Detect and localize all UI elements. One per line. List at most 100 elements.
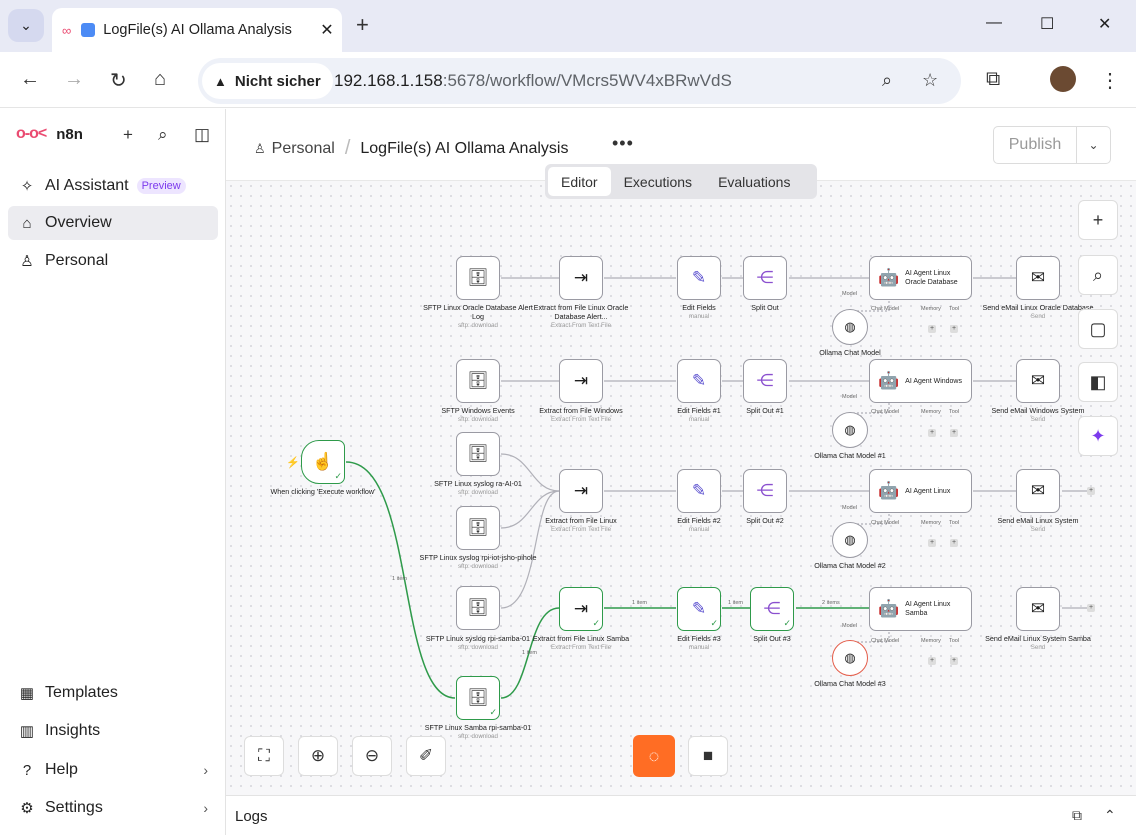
logs-panel[interactable]: Logs ⧉ ⌃ — [226, 795, 1136, 835]
add-node-icon[interactable]: + — [1087, 487, 1095, 495]
breadcrumb-personal[interactable]: Personal — [272, 140, 335, 158]
node-extract-linux[interactable]: ⇥ — [559, 469, 603, 513]
browser-menu-icon[interactable]: ⋮ — [1100, 68, 1120, 93]
ollama-icon: ◍ — [844, 650, 856, 665]
node-ollama-model[interactable]: ◍ — [832, 309, 868, 345]
node-sftp-samba[interactable]: 🗄 ✓ — [456, 676, 500, 720]
node-ai-agent-linux[interactable]: 🤖 AI Agent Linux — [869, 469, 972, 513]
edge-label: 1 item — [728, 600, 743, 606]
extensions-icon[interactable]: ⧉ — [986, 68, 1000, 91]
node-sftp-ra-ai[interactable]: 🗄 — [456, 432, 500, 476]
node-edit-fields[interactable]: ✎ ✓ — [677, 587, 721, 631]
add-tool-icon[interactable]: + — [950, 657, 958, 665]
add-memory-icon[interactable]: + — [928, 325, 936, 333]
tab-evaluations[interactable]: Evaluations — [705, 167, 803, 196]
chevron-down-icon[interactable]: ⌄ — [1077, 127, 1110, 163]
browser-tab[interactable]: ∞ LogFile(s) AI Ollama Analysis ✕ — [52, 8, 342, 52]
home-icon[interactable]: ⌂ — [154, 68, 166, 91]
zoom-out-icon[interactable]: ⊖ — [352, 736, 392, 776]
node-edit-fields[interactable]: ✎ — [677, 469, 721, 513]
address-bar[interactable]: ▲ Nicht sicher 192.168.1.158:5678/workfl… — [198, 58, 961, 104]
node-sftp-windows[interactable]: 🗄 — [456, 359, 500, 403]
node-ai-agent-oracle[interactable]: 🤖 AI Agent Linux Oracle Database — [869, 256, 972, 300]
window-close-icon[interactable]: ✕ — [1098, 14, 1111, 34]
sidebar-item-personal[interactable]: ♙ Personal — [8, 244, 218, 278]
node-title: Ollama Chat Model #2 — [814, 561, 886, 570]
profile-avatar[interactable] — [1050, 66, 1076, 92]
sidebar-item-templates[interactable]: ▦ Templates — [8, 676, 218, 710]
add-memory-icon[interactable]: + — [928, 539, 936, 547]
node-send-email-windows[interactable]: ✉ — [1016, 359, 1060, 403]
node-subtitle: Extract From Text File — [550, 644, 612, 651]
node-ai-agent-windows[interactable]: 🤖 AI Agent Windows — [869, 359, 972, 403]
n8n-logo[interactable]: o-o< n8n — [16, 125, 83, 143]
tab-editor[interactable]: Editor — [548, 167, 611, 196]
more-options-icon[interactable]: ••• — [612, 133, 634, 154]
zoom-lens-icon[interactable]: ⌕ — [882, 70, 892, 91]
create-plus-icon[interactable]: + — [123, 125, 133, 145]
node-ollama-model[interactable]: ◍ — [832, 412, 868, 448]
sidebar-item-ai-assistant[interactable]: ✧ AI Assistant Preview — [8, 169, 218, 203]
node-extract-windows[interactable]: ⇥ — [559, 359, 603, 403]
maximize-icon[interactable]: ☐ — [1040, 14, 1054, 34]
node-ai-agent-samba[interactable]: 🤖 AI Agent Linux Samba — [869, 587, 972, 631]
tidy-up-broom-icon[interactable]: ✐ — [406, 736, 446, 776]
node-ollama-model[interactable]: ◍ — [832, 522, 868, 558]
stop-execution-icon[interactable]: ■ — [688, 736, 728, 776]
node-split-out[interactable]: ⋲ — [743, 256, 787, 300]
sidebar-item-help[interactable]: ? Help › — [8, 753, 218, 787]
node-extract-oracle[interactable]: ⇥ — [559, 256, 603, 300]
back-icon[interactable]: ← — [20, 68, 40, 91]
node-title: Split Out — [751, 303, 779, 312]
close-tab-icon[interactable]: ✕ — [320, 20, 333, 40]
forward-icon[interactable]: → — [64, 68, 84, 91]
node-manual-trigger[interactable]: ☝ ✓ — [301, 440, 345, 484]
workflow-name[interactable]: LogFile(s) AI Ollama Analysis — [360, 140, 568, 158]
sidebar-item-insights[interactable]: ▥ Insights — [8, 714, 218, 748]
open-new-window-icon[interactable]: ⧉ — [1072, 807, 1082, 824]
collapse-sidebar-icon[interactable]: ◫ — [194, 125, 210, 145]
tab-executions[interactable]: Executions — [611, 167, 705, 196]
sidebar-item-overview[interactable]: ⌂ Overview — [8, 206, 218, 240]
search-icon[interactable]: ⌕ — [158, 125, 168, 145]
search-nodes-icon[interactable]: ⌕ — [1078, 255, 1118, 295]
security-chip[interactable]: ▲ Nicht sicher — [202, 63, 333, 99]
add-tool-icon[interactable]: + — [950, 539, 958, 547]
node-send-email-linux[interactable]: ✉ — [1016, 469, 1060, 513]
chevron-up-icon[interactable]: ⌃ — [1104, 807, 1116, 824]
add-node-button[interactable]: + — [1078, 200, 1118, 240]
node-edit-fields[interactable]: ✎ — [677, 256, 721, 300]
node-sftp-pihole[interactable]: 🗄 — [456, 506, 500, 550]
new-tab-icon[interactable]: + — [356, 12, 369, 38]
add-memory-icon[interactable]: + — [928, 657, 936, 665]
minimize-icon[interactable]: — — [986, 14, 1002, 32]
add-tool-icon[interactable]: + — [950, 429, 958, 437]
fit-view-icon[interactable]: ⛶ — [244, 736, 284, 776]
node-ollama-model[interactable]: ◍ — [832, 640, 868, 676]
bookmark-star-icon[interactable]: ☆ — [922, 70, 938, 91]
add-memory-icon[interactable]: + — [928, 429, 936, 437]
node-send-email-oracle[interactable]: ✉ — [1016, 256, 1060, 300]
sticky-note-icon[interactable]: ▢ — [1078, 309, 1118, 349]
url-text[interactable]: 192.168.1.158:5678/workflow/VMcrs5WV4xBR… — [334, 71, 732, 91]
ai-sparkle-icon[interactable]: ✦ — [1078, 416, 1118, 456]
node-split-out[interactable]: ⋲ — [743, 469, 787, 513]
executing-spinner-button[interactable]: ◌ — [633, 735, 675, 777]
add-tool-icon[interactable]: + — [950, 325, 958, 333]
node-sftp-samba-syslog[interactable]: 🗄 — [456, 586, 500, 630]
reload-icon[interactable]: ↻ — [110, 68, 127, 93]
side-panel-icon[interactable]: ◧ — [1078, 362, 1118, 402]
sidebar-item-settings[interactable]: ⚙ Settings › — [8, 791, 218, 825]
node-sftp-oracle[interactable]: 🗄 — [456, 256, 500, 300]
node-edit-fields[interactable]: ✎ — [677, 359, 721, 403]
add-node-icon[interactable]: + — [1087, 604, 1095, 612]
node-split-out[interactable]: ⋲ — [743, 359, 787, 403]
workflow-canvas[interactable]: 1 item 1 item 1 item 1 item 2 items ⚡ ☝ ✓… — [226, 181, 1136, 795]
node-extract-samba[interactable]: ⇥ ✓ — [559, 587, 603, 631]
zoom-in-icon[interactable]: ⊕ — [298, 736, 338, 776]
node-send-email-samba[interactable]: ✉ — [1016, 587, 1060, 631]
node-split-out[interactable]: ⋲ ✓ — [750, 587, 794, 631]
node-title: SFTP Linux syslog rpi-samba-01 — [425, 634, 531, 643]
tab-search-button[interactable]: ⌄ — [8, 9, 44, 42]
publish-button[interactable]: Publish — [994, 127, 1077, 163]
